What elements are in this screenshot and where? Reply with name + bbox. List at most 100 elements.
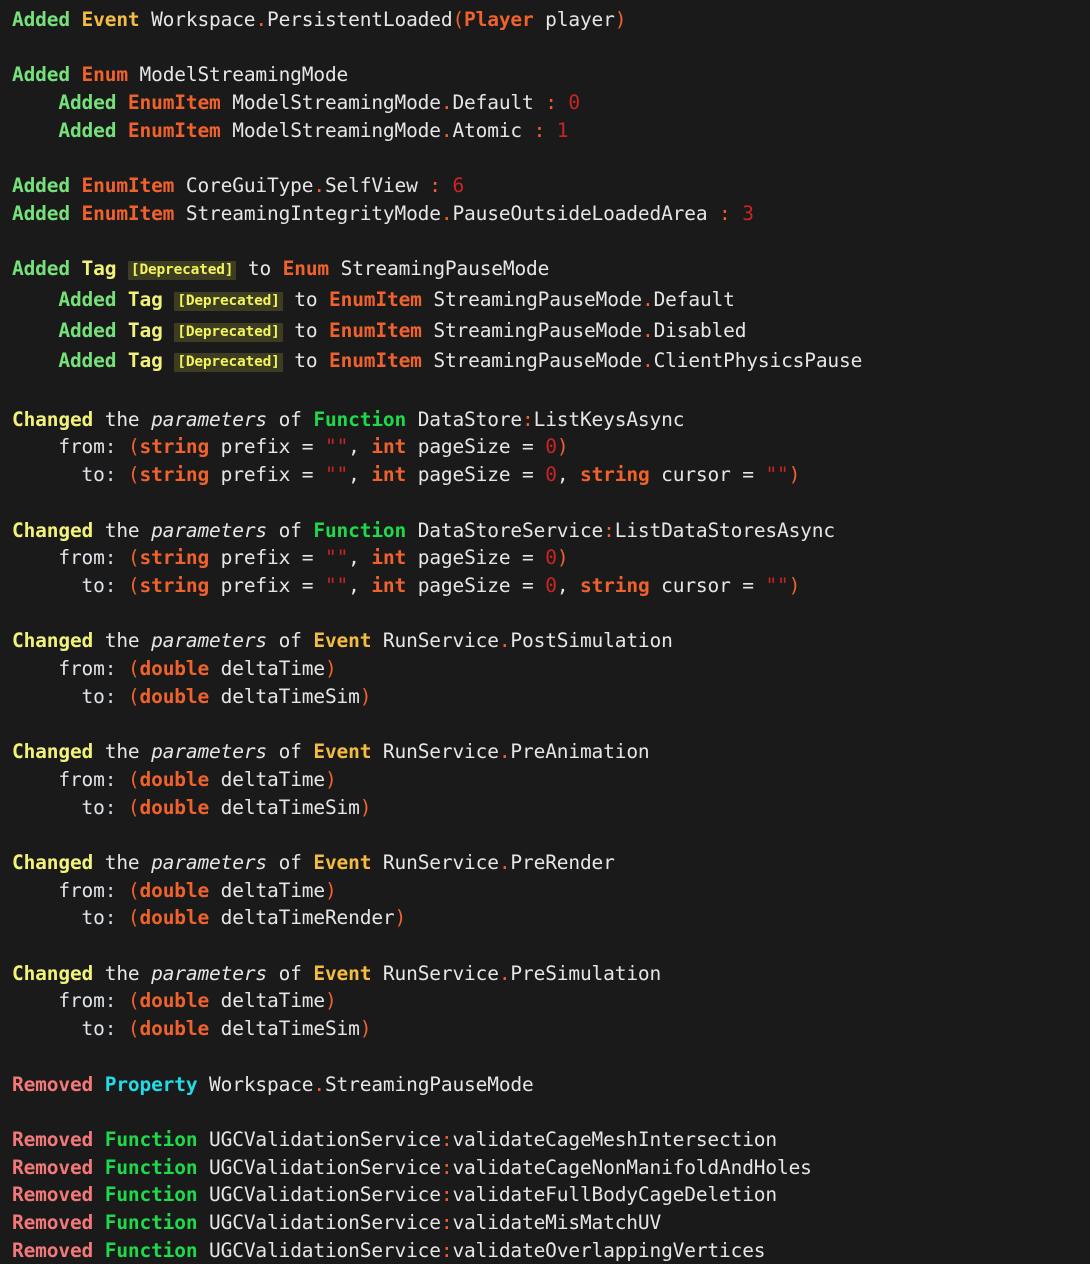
token: : [545,91,557,115]
token: . [440,91,453,115]
token: of [267,850,314,874]
token: Added [12,63,70,87]
token: : [104,767,117,791]
changelog-section: Changed the parameters of Event RunServi… [12,627,1090,710]
token: Changed [12,961,94,985]
token: UGCValidationService [197,1155,441,1179]
token: UGCValidationService [197,1183,441,1207]
token: DataStore [406,407,523,431]
token: : [603,518,615,542]
token: ) [324,989,337,1013]
changelog-line: Removed Function UGCValidationService:va… [12,1126,1090,1154]
token: double [139,989,210,1013]
token: DataStoreService [406,518,604,542]
token: Changed [12,407,94,431]
changelog-line: Removed Function UGCValidationService:va… [12,1181,1090,1209]
token: player [533,8,615,31]
token: string [580,463,650,487]
token: ) [359,684,372,708]
token: prefix = [209,463,325,487]
token: Added [58,118,117,142]
token: ( [127,684,140,708]
token: 0 [545,573,557,597]
token: to [81,573,105,597]
token: ) [788,463,801,487]
token: prefix = [209,546,325,570]
token: : [104,684,117,708]
token: : [104,1017,117,1041]
token: Added [12,8,70,31]
token: to [282,318,330,342]
token: parameters [151,961,267,985]
token: 0 [568,91,580,115]
token: double [139,906,210,930]
token: from [58,546,105,570]
token: : [104,657,117,681]
token: : [719,201,731,225]
token: double [139,684,210,708]
token: string [139,573,210,597]
token: : [104,878,117,902]
token: . [498,740,511,764]
token: ( [127,573,140,597]
changelog-line: Changed the parameters of Event RunServi… [12,738,1090,766]
token: RunService [371,740,499,764]
token: deltaTime [209,989,325,1013]
token: Atomic [452,118,534,142]
token: Changed [12,518,94,542]
token: : [522,407,534,431]
changelog-line: to: (double deltaTimeSim) [12,1015,1090,1043]
token: ( [127,795,140,819]
changelog-line: Added EnumItem ModelStreamingMode.Defaul… [12,89,1090,117]
token: "" [765,573,789,597]
token: EnumItem [329,349,422,373]
token: deltaTimeSim [209,684,360,708]
changelog-line: Changed the parameters of Event RunServi… [12,960,1090,988]
token: prefix = [209,435,325,459]
deprecated-badge: [Deprecated] [174,291,283,311]
token: . [440,118,453,142]
token: 1 [556,118,569,142]
token: Disabled [653,318,747,342]
token: RunService [371,850,499,874]
token: double [139,657,210,681]
token: . [313,1072,325,1096]
changelog-section: Added Enum ModelStreamingMode Added Enum… [12,61,1090,144]
token: StreamingPauseMode [421,349,642,373]
token: the [93,850,152,874]
token: . [440,201,453,225]
token: int [371,463,407,487]
token: of [267,740,314,764]
token: Workspace [139,8,256,31]
changelog-line: to: (double deltaTimeSim) [12,794,1090,822]
token: to [236,257,283,281]
changelog-section: Changed the parameters of Function DataS… [12,517,1090,600]
token: parameters [151,629,267,653]
changelog-line: from: (double deltaTime) [12,655,1090,683]
changelog-line: Added Tag [Deprecated] to Enum Streaming… [12,255,1090,286]
token: validateCageMeshIntersection [452,1127,777,1151]
token: Removed [12,1183,94,1207]
token: Default [653,287,735,311]
changelog-line: Added EnumItem ModelStreamingMode.Atomic… [12,117,1090,145]
token: StreamingPauseMode [329,257,550,281]
token: ListKeysAsync [533,407,685,431]
token: ModelStreamingMode [220,91,441,115]
token: Added [12,257,70,281]
token: , [348,546,372,570]
changelog-section: Removed Property Workspace.StreamingPaus… [12,1071,1090,1099]
